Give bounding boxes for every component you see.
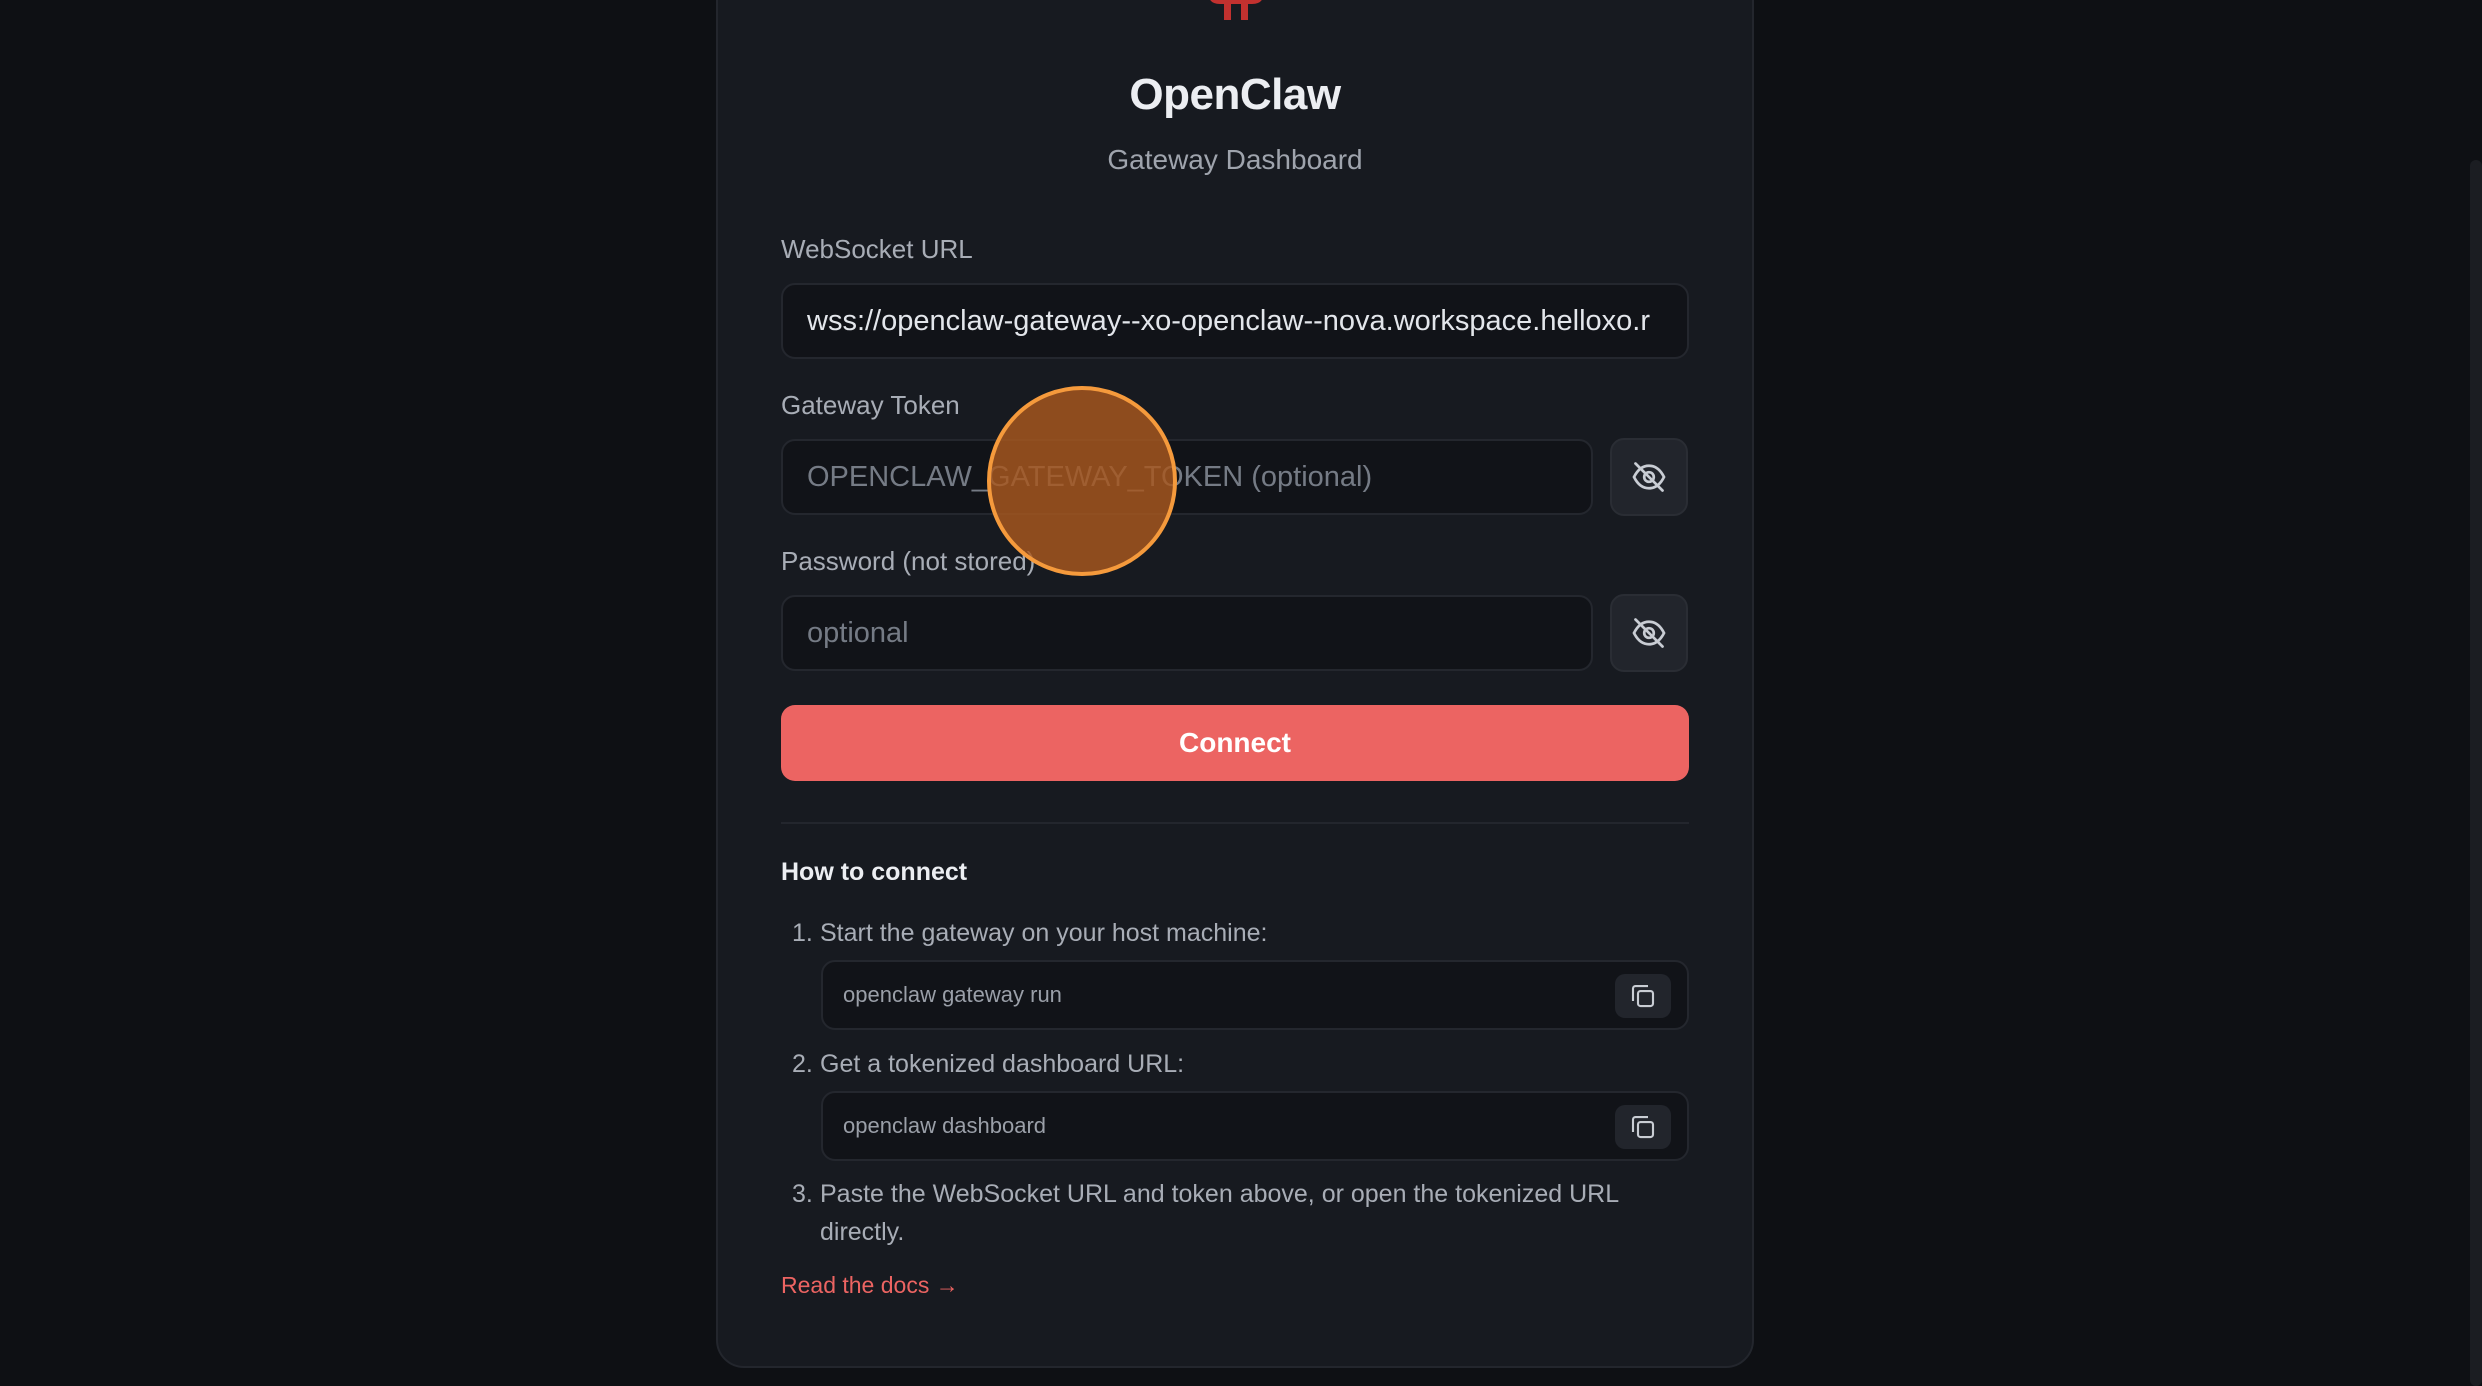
openclaw-logo [1210, 0, 1262, 20]
eye-off-icon [1632, 462, 1666, 492]
gateway-token-input[interactable]: OPENCLAW_GATEWAY_TOKEN (optional) [781, 439, 1593, 515]
login-page: OpenClaw Gateway Dashboard WebSocket URL… [0, 0, 2482, 1386]
connect-button[interactable]: Connect [781, 705, 1689, 781]
websocket-url-label: WebSocket URL [781, 234, 973, 264]
gateway-token-label: Gateway Token [781, 390, 960, 420]
copy-icon [1631, 984, 1655, 1008]
code-text: openclaw gateway run [843, 982, 1062, 1007]
password-label: Password (not stored) [781, 546, 1036, 576]
password-visibility-toggle[interactable] [1610, 594, 1688, 672]
copy-button[interactable] [1615, 974, 1671, 1018]
app-title: OpenClaw [1129, 70, 1341, 119]
section-divider [781, 822, 1689, 824]
scrollbar[interactable] [2470, 160, 2482, 1386]
websocket-url-value: wss://openclaw-gateway--xo-openclaw--nov… [807, 304, 1650, 337]
step-text: Start the gateway on your host machine: [820, 919, 1268, 947]
step-3: 3. Paste the WebSocket URL and token abov… [792, 1175, 1672, 1251]
websocket-url-input[interactable]: wss://openclaw-gateway--xo-openclaw--nov… [781, 283, 1689, 359]
step-number: 1. [792, 919, 813, 947]
code-text: openclaw dashboard [843, 1113, 1047, 1138]
step-number: 2. [792, 1050, 813, 1078]
click-indicator [987, 386, 1177, 576]
copy-icon [1631, 1115, 1655, 1139]
password-placeholder: optional [807, 616, 909, 649]
step-text: Paste the WebSocket URL and token above,… [820, 1180, 1619, 1246]
code-snippet: openclaw gateway run [821, 960, 1689, 1030]
password-input[interactable]: optional [781, 595, 1593, 671]
step-1: 1. Start the gateway on your host machine… [792, 914, 1672, 952]
read-docs-link[interactable]: Read the docs → [781, 1272, 959, 1299]
step-number: 3. [792, 1180, 813, 1208]
step-text: Get a tokenized dashboard URL: [820, 1050, 1185, 1078]
how-to-connect-heading: How to connect [781, 858, 968, 886]
token-visibility-toggle[interactable] [1610, 438, 1688, 516]
eye-off-icon [1632, 618, 1666, 648]
copy-button[interactable] [1615, 1105, 1671, 1149]
app-subtitle: Gateway Dashboard [1107, 144, 1363, 175]
code-snippet: openclaw dashboard [821, 1091, 1689, 1161]
connect-card [716, 0, 1754, 1368]
step-2: 2. Get a tokenized dashboard URL: [792, 1045, 1672, 1083]
